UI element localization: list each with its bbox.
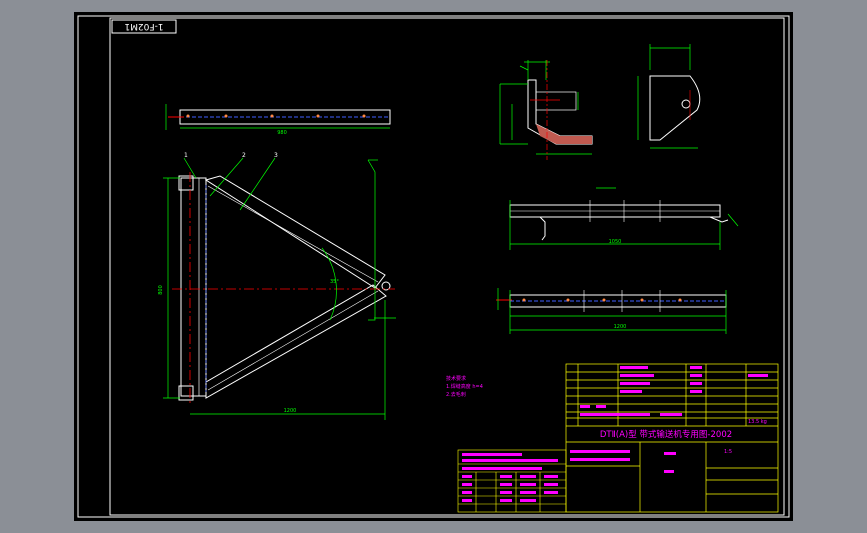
sheet-background xyxy=(74,12,793,521)
dim-angle: 35° xyxy=(330,279,339,285)
leader-label-2: 2 xyxy=(242,152,246,159)
note-line-2: 1.焊缝高度 h=4 xyxy=(446,383,483,390)
drawing-canvas: 1-F02M1 980 800 1200 35° 1 2 3 1050 1200… xyxy=(74,12,793,521)
corner-label: 1-F02M1 xyxy=(124,21,163,31)
dim-span: 1200 xyxy=(284,408,297,414)
cad-viewport: 1-F02M1 980 800 1200 35° 1 2 3 1050 1200… xyxy=(0,0,867,533)
dim-height: 800 xyxy=(158,285,164,295)
drawing-scale: 1:5 xyxy=(724,449,732,455)
dim-top-plate: 980 xyxy=(277,130,287,136)
drawing-mass: 13.5 kg xyxy=(748,419,767,425)
note-line-1: 技术要求 xyxy=(446,375,466,382)
leader-label-3: 3 xyxy=(274,152,278,159)
dim-mid-strip: 1050 xyxy=(609,239,622,245)
note-line-3: 2.去毛刺 xyxy=(446,391,466,398)
leader-label-1: 1 xyxy=(184,152,188,159)
drawing-title: DTⅡ(A)型 带式输送机专用图-2002 xyxy=(600,429,732,440)
dim-bottom-strip: 1200 xyxy=(614,324,627,330)
